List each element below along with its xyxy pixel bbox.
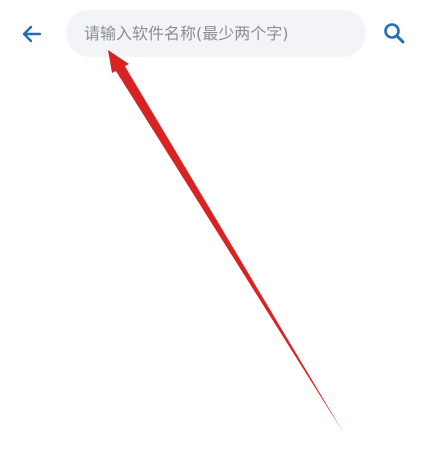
arrow-left-icon (22, 25, 42, 43)
annotation-arrow (108, 50, 343, 432)
search-icon (384, 23, 405, 44)
search-screen (0, 0, 422, 454)
search-input[interactable] (84, 10, 354, 57)
search-header (0, 0, 422, 66)
search-box (66, 10, 366, 57)
search-button[interactable] (376, 15, 412, 51)
back-button[interactable] (14, 16, 50, 52)
